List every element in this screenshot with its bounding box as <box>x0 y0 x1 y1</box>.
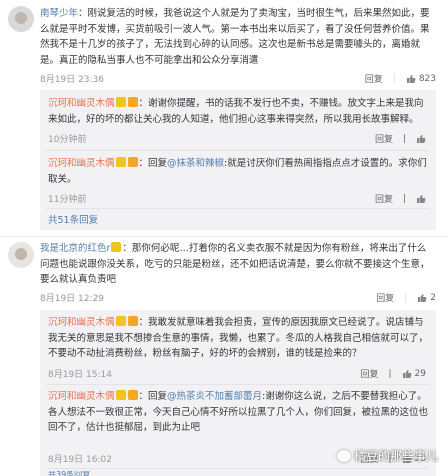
reply-text: 沉珂和幽灵木偶 ：回复@抹茶和辣椒:就是讨厌你们看热闹指指点点才设置的。求你们取关… <box>48 156 428 187</box>
like-button[interactable]: 823 <box>406 74 436 84</box>
reply-author[interactable]: 沉珂和幽灵木偶 <box>48 158 115 169</box>
thumb-up-icon[interactable] <box>416 134 426 144</box>
reply-prefix: ：回复 <box>138 158 168 169</box>
like-button[interactable]: 29 <box>402 369 426 379</box>
like-count: 2 <box>430 292 436 303</box>
avatar[interactable] <box>8 6 34 32</box>
divider: | <box>404 292 408 303</box>
vip-badge-icon <box>115 157 126 167</box>
reply-button[interactable]: 回复 <box>360 367 378 380</box>
thumb-up-icon <box>418 293 427 302</box>
like-button[interactable]: 2 <box>417 293 436 303</box>
comment-body: ：刚说复活的时候，我爸说这个人就是为了卖淘宝，当时很生气，后来果然如此，要么就是… <box>40 8 430 66</box>
reply-author[interactable]: 沉珂和幽灵木偶 <box>48 391 115 402</box>
level-badge-icon <box>127 390 138 400</box>
reply-text: 沉珂和幽灵木偶 ：谢谢你提醒，书的话我不发行也不卖，不赚钱。放文字上来是我向来如此… <box>48 96 428 127</box>
thumb-up-icon <box>406 74 416 83</box>
comment-author[interactable]: 我是北京的红色r <box>40 243 110 254</box>
divider <box>46 208 430 209</box>
reply-list: 沉珂和幽灵木偶 ：谢谢你提醒，书的话我不发行也不卖，不赚钱。放文字上来是我向来如此… <box>40 90 436 230</box>
comment-text: 我是北京的红色r ：那你何必呢…打着你的名义卖衣服不就是因为你有粉丝，将来出了什么… <box>40 241 432 288</box>
reply-time: 11分钟前 <box>48 195 87 205</box>
divider: | <box>402 133 406 144</box>
comment-author[interactable]: 南琴少年 <box>40 8 78 19</box>
reply-button[interactable]: 回复 <box>376 291 394 304</box>
reply-button[interactable]: 回复 <box>365 72 383 85</box>
level-badge-icon <box>127 316 138 326</box>
vip-badge-icon <box>115 316 126 326</box>
more-replies-link[interactable]: 共39条回复 <box>48 471 90 476</box>
vip-badge-icon <box>111 242 122 252</box>
thumb-up-icon <box>402 369 411 378</box>
divider <box>46 150 430 151</box>
level-badge-icon <box>127 97 138 107</box>
divider <box>46 384 430 385</box>
reply-time: 8月19日 15:14 <box>48 370 112 380</box>
reply-actions: 回复 | <box>375 192 426 205</box>
reply-button[interactable]: 回复 <box>375 192 393 205</box>
watermark: 橘豆的那些事儿 <box>336 447 438 464</box>
vip-badge-icon <box>115 97 126 107</box>
comment-actions: 回复 | 2 <box>376 291 436 305</box>
reply-author[interactable]: 沉珂和幽灵木偶 <box>48 98 115 109</box>
level-badge-icon <box>127 157 138 167</box>
like-count: 823 <box>418 73 436 84</box>
mention-link[interactable]: @抹茶和辣椒 <box>167 158 224 169</box>
comment-time: 8月19日 12:29 <box>40 294 104 304</box>
divider <box>46 468 430 469</box>
reply-prefix: ：回复 <box>138 391 168 402</box>
like-count: 29 <box>414 368 426 379</box>
reply-time: 8月19日 16:02 <box>48 455 112 465</box>
watermark-text: 橘豆的那些事儿 <box>353 449 438 463</box>
comment-time: 8月19日 23:36 <box>40 75 104 85</box>
divider: | <box>392 73 396 84</box>
reply-time: 10分钟前 <box>48 135 87 145</box>
thumb-up-icon[interactable] <box>416 194 426 204</box>
reply-text: 沉珂和幽灵木偶 ：回复@热茶炎不加蓄部蕾月:谢谢你这么说，之后不要替我担心了。各人… <box>48 389 428 436</box>
divider: | <box>402 193 406 204</box>
reply-actions: 回复 | 29 <box>360 367 426 381</box>
comment-actions: 回复 | 823 <box>365 72 436 86</box>
divider: | <box>388 368 392 379</box>
reply-author[interactable]: 沉珂和幽灵木偶 <box>48 317 115 328</box>
reply-button[interactable]: 回复 <box>375 132 393 145</box>
comment-text: 南琴少年：刚说复活的时候，我爸说这个人就是为了卖淘宝，当时很生气，后来果然如此，… <box>40 6 432 68</box>
reply-text: 沉珂和幽灵木偶 ：我敢发就意味着我会担责，宣传的原因我原文已经说了。说店铺与我无关… <box>48 315 428 362</box>
divider <box>0 236 448 237</box>
reply-actions: 回复 | <box>375 132 426 145</box>
more-replies-link[interactable]: 共51条回复 <box>48 212 98 226</box>
mention-link[interactable]: @热茶炎不加蓄部蕾月 <box>167 391 262 402</box>
avatar[interactable] <box>8 242 34 268</box>
weibo-logo-icon <box>336 449 351 462</box>
vip-badge-icon <box>115 390 126 400</box>
